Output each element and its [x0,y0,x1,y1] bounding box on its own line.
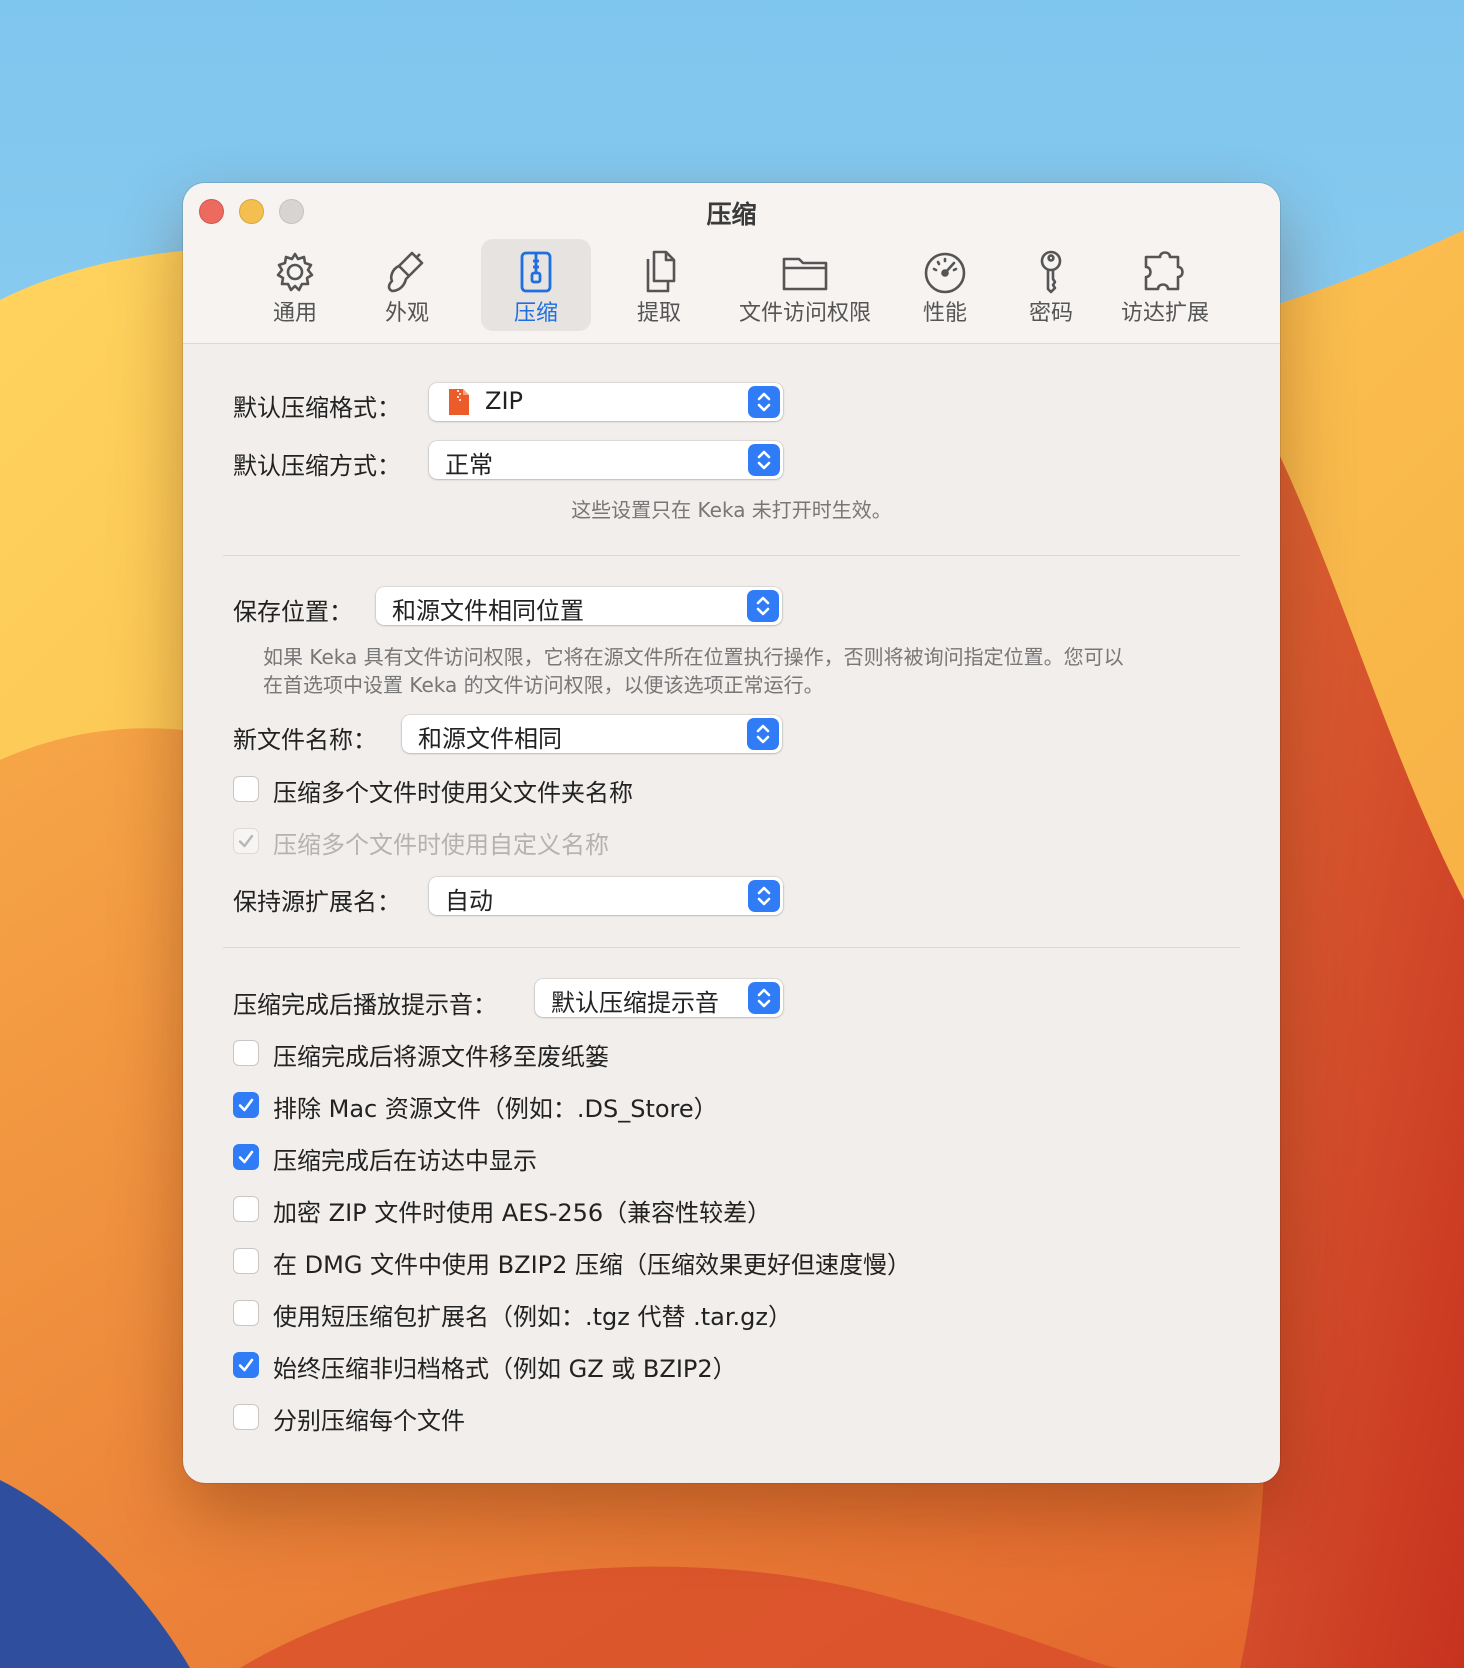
save-location-select[interactable]: 和源文件相同位置 [376,587,782,625]
default-method-label: 默认压缩方式： [233,452,401,480]
stepper-chevrons-icon [747,590,779,622]
checkmark-icon [238,834,254,848]
checkbox [233,828,259,854]
documents-icon [646,250,676,293]
format-note: 这些设置只在 Keka 未打开时生效。 [571,498,892,522]
checkbox[interactable] [233,1196,259,1222]
tab-appearance[interactable]: 外观 [351,239,463,331]
section-divider [223,947,1240,948]
new-file-name-label: 新文件名称： [233,726,377,754]
checkbox[interactable] [233,1092,259,1118]
tab-performance[interactable]: 性能 [895,239,995,331]
tab-finder-extension[interactable]: 访达扩展 [1099,239,1231,331]
gear-icon [276,252,314,292]
stepper-chevrons-icon [748,386,780,418]
checkbox[interactable] [233,776,259,802]
puzzle-icon [1144,251,1184,291]
checkbox[interactable] [233,1144,259,1170]
checkbox[interactable] [233,1352,259,1378]
new-file-name-select[interactable]: 和源文件相同 [402,715,782,753]
tab-file-access[interactable]: 文件访问权限 [715,239,895,331]
completion-sound-label: 压缩完成后播放提示音： [233,991,497,1019]
save-location-note-line1: 如果 Keka 具有文件访问权限，它将在源文件所在位置执行操作，否则将被询问指定… [263,645,1124,669]
tab-compression[interactable]: 压缩 [481,239,591,331]
default-format-select[interactable]: ZIP [429,383,783,421]
stepper-chevrons-icon [747,718,779,750]
keep-extension-select[interactable]: 自动 [429,877,783,915]
keep-extension-label: 保持源扩展名： [233,888,401,916]
checkbox[interactable] [233,1300,259,1326]
tab-extraction[interactable]: 提取 [603,239,715,331]
gauge-icon [924,252,966,294]
preference-tabs: 通用 外观 压缩 提取 文件访问权限 性能 密码 访达扩展 [183,239,1280,335]
stepper-chevrons-icon [748,444,780,476]
toolbar: 压缩 通用 外观 压缩 提取 文件访问权限 性能 密码 访达扩展 [183,183,1280,344]
checkbox[interactable] [233,1040,259,1066]
tab-password[interactable]: 密码 [995,239,1107,331]
checkbox[interactable] [233,1404,259,1430]
preferences-window: 压缩 通用 外观 压缩 提取 文件访问权限 性能 密码 访达扩展 默认压缩格式：… [183,183,1280,1483]
default-format-label: 默认压缩格式： [233,394,401,422]
stepper-chevrons-icon [748,880,780,912]
stepper-chevrons-icon [748,982,780,1014]
save-location-note-line2: 在首选项中设置 Keka 的文件访问权限，以便该选项正常运行。 [263,673,824,697]
archive-icon [520,251,552,293]
default-method-select[interactable]: 正常 [429,441,783,479]
tab-general[interactable]: 通用 [239,239,351,331]
save-location-label: 保存位置： [233,598,353,626]
brush-icon [387,251,424,293]
section-divider [223,555,1240,556]
checkmark-icon [238,1150,254,1164]
window-title: 压缩 [706,200,757,229]
completion-sound-select[interactable]: 默认压缩提示音 [535,979,783,1017]
checkmark-icon [238,1358,254,1372]
checkbox[interactable] [233,1248,259,1274]
checkmark-icon [238,1098,254,1112]
folder-icon [782,257,828,291]
zip-file-icon [449,389,469,415]
key-icon [1040,250,1062,294]
